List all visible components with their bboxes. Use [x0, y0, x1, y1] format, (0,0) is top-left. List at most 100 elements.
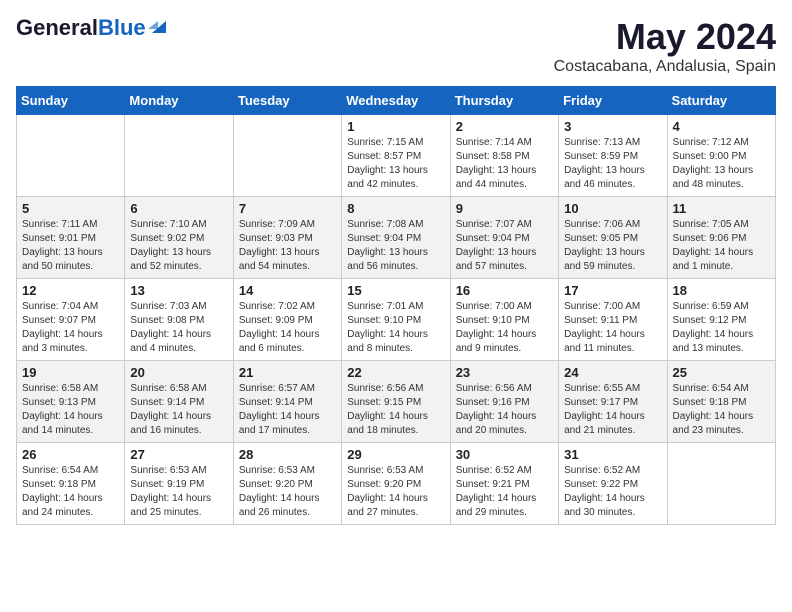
day-number: 5	[22, 201, 119, 216]
day-info: Sunrise: 6:59 AMSunset: 9:12 PMDaylight:…	[673, 300, 770, 356]
day-info: Sunrise: 7:05 AMSunset: 9:06 PMDaylight:…	[673, 218, 770, 274]
day-number: 6	[130, 201, 227, 216]
calendar-cell: 5 Sunrise: 7:11 AMSunset: 9:01 PMDaylight…	[17, 197, 125, 279]
calendar-cell: 17 Sunrise: 7:00 AMSunset: 9:11 PMDayligh…	[559, 279, 667, 361]
calendar-cell: 7Sunrise: 7:09 AMSunset: 9:03 PMDaylight…	[233, 197, 341, 279]
calendar-cell	[17, 115, 125, 197]
day-number: 18	[673, 283, 770, 298]
day-number: 25	[673, 365, 770, 380]
logo: GeneralBlue	[16, 16, 166, 40]
day-info: Sunrise: 7:01 AMSunset: 9:10 PMDaylight:…	[347, 300, 444, 356]
day-number: 12	[22, 283, 119, 298]
location: Costacabana, Andalusia, Spain	[554, 58, 776, 76]
day-number: 31	[564, 447, 661, 462]
calendar-cell: 13 Sunrise: 7:03 AMSunset: 9:08 PMDayligh…	[125, 279, 233, 361]
day-number: 9	[456, 201, 553, 216]
calendar-cell: 9 Sunrise: 7:07 AMSunset: 9:04 PMDaylight…	[450, 197, 558, 279]
weekday-header-tuesday: Tuesday	[233, 87, 341, 115]
day-number: 10	[564, 201, 661, 216]
calendar-cell: 27 Sunrise: 6:53 AMSunset: 9:19 PMDayligh…	[125, 443, 233, 525]
day-number: 20	[130, 365, 227, 380]
day-info: Sunrise: 7:13 AMSunset: 8:59 PMDaylight:…	[564, 136, 661, 192]
calendar-week-row: 26Sunrise: 6:54 AMSunset: 9:18 PMDayligh…	[17, 443, 776, 525]
day-info: Sunrise: 6:52 AMSunset: 9:21 PMDaylight:…	[456, 464, 553, 520]
day-number: 4	[673, 119, 770, 134]
calendar-cell: 8Sunrise: 7:08 AMSunset: 9:04 PMDaylight…	[342, 197, 450, 279]
day-number: 28	[239, 447, 336, 462]
day-number: 24	[564, 365, 661, 380]
calendar-cell: 18 Sunrise: 6:59 AMSunset: 9:12 PMDayligh…	[667, 279, 775, 361]
calendar-cell	[125, 115, 233, 197]
day-info: Sunrise: 7:11 AMSunset: 9:01 PMDaylight:…	[22, 218, 119, 274]
day-info: Sunrise: 7:02 AMSunset: 9:09 PMDaylight:…	[239, 300, 336, 356]
page-header: GeneralBlue May 2024 Costacabana, Andalu…	[16, 16, 776, 76]
weekday-header-friday: Friday	[559, 87, 667, 115]
day-number: 27	[130, 447, 227, 462]
day-info: Sunrise: 6:58 AMSunset: 9:13 PMDaylight:…	[22, 382, 119, 438]
day-number: 14	[239, 283, 336, 298]
calendar-cell: 12 Sunrise: 7:04 AMSunset: 9:07 PMDayligh…	[17, 279, 125, 361]
calendar-week-row: 19 Sunrise: 6:58 AMSunset: 9:13 PMDayligh…	[17, 361, 776, 443]
day-info: Sunrise: 7:15 AMSunset: 8:57 PMDaylight:…	[347, 136, 444, 192]
calendar-cell	[233, 115, 341, 197]
day-number: 15	[347, 283, 444, 298]
day-info: Sunrise: 7:00 AMSunset: 9:11 PMDaylight:…	[564, 300, 661, 356]
logo-general-text: General	[16, 15, 98, 40]
day-number: 2	[456, 119, 553, 134]
day-info: Sunrise: 7:06 AMSunset: 9:05 PMDaylight:…	[564, 218, 661, 274]
day-info: Sunrise: 7:07 AMSunset: 9:04 PMDaylight:…	[456, 218, 553, 274]
calendar-cell: 21 Sunrise: 6:57 AMSunset: 9:14 PMDayligh…	[233, 361, 341, 443]
day-info: Sunrise: 6:56 AMSunset: 9:16 PMDaylight:…	[456, 382, 553, 438]
calendar-cell: 10 Sunrise: 7:06 AMSunset: 9:05 PMDayligh…	[559, 197, 667, 279]
weekday-header-sunday: Sunday	[17, 87, 125, 115]
calendar-cell: 14 Sunrise: 7:02 AMSunset: 9:09 PMDayligh…	[233, 279, 341, 361]
calendar-cell: 11 Sunrise: 7:05 AMSunset: 9:06 PMDayligh…	[667, 197, 775, 279]
calendar-cell: 1Sunrise: 7:15 AMSunset: 8:57 PMDaylight…	[342, 115, 450, 197]
calendar-cell: 16 Sunrise: 7:00 AMSunset: 9:10 PMDayligh…	[450, 279, 558, 361]
weekday-header-row: SundayMondayTuesdayWednesdayThursdayFrid…	[17, 87, 776, 115]
calendar-cell: 30 Sunrise: 6:52 AMSunset: 9:21 PMDayligh…	[450, 443, 558, 525]
calendar-cell	[667, 443, 775, 525]
calendar-table: SundayMondayTuesdayWednesdayThursdayFrid…	[16, 86, 776, 525]
day-info: Sunrise: 7:08 AMSunset: 9:04 PMDaylight:…	[347, 218, 444, 274]
calendar-cell: 24 Sunrise: 6:55 AMSunset: 9:17 PMDayligh…	[559, 361, 667, 443]
calendar-cell: 3 Sunrise: 7:13 AMSunset: 8:59 PMDaylight…	[559, 115, 667, 197]
calendar-week-row: 1Sunrise: 7:15 AMSunset: 8:57 PMDaylight…	[17, 115, 776, 197]
day-info: Sunrise: 6:53 AMSunset: 9:20 PMDaylight:…	[239, 464, 336, 520]
weekday-header-monday: Monday	[125, 87, 233, 115]
day-number: 11	[673, 201, 770, 216]
day-info: Sunrise: 7:10 AMSunset: 9:02 PMDaylight:…	[130, 218, 227, 274]
calendar-cell: 15 Sunrise: 7:01 AMSunset: 9:10 PMDayligh…	[342, 279, 450, 361]
day-info: Sunrise: 7:09 AMSunset: 9:03 PMDaylight:…	[239, 218, 336, 274]
day-number: 3	[564, 119, 661, 134]
day-number: 13	[130, 283, 227, 298]
day-info: Sunrise: 6:57 AMSunset: 9:14 PMDaylight:…	[239, 382, 336, 438]
weekday-header-saturday: Saturday	[667, 87, 775, 115]
day-info: Sunrise: 6:55 AMSunset: 9:17 PMDaylight:…	[564, 382, 661, 438]
day-info: Sunrise: 7:03 AMSunset: 9:08 PMDaylight:…	[130, 300, 227, 356]
day-number: 16	[456, 283, 553, 298]
day-info: Sunrise: 6:54 AMSunset: 9:18 PMDaylight:…	[673, 382, 770, 438]
day-number: 19	[22, 365, 119, 380]
day-info: Sunrise: 7:12 AMSunset: 9:00 PMDaylight:…	[673, 136, 770, 192]
day-info: Sunrise: 7:04 AMSunset: 9:07 PMDaylight:…	[22, 300, 119, 356]
calendar-cell: 22Sunrise: 6:56 AMSunset: 9:15 PMDayligh…	[342, 361, 450, 443]
calendar-cell: 2 Sunrise: 7:14 AMSunset: 8:58 PMDaylight…	[450, 115, 558, 197]
day-number: 21	[239, 365, 336, 380]
day-info: Sunrise: 6:56 AMSunset: 9:15 PMDaylight:…	[347, 382, 444, 438]
day-number: 26	[22, 447, 119, 462]
weekday-header-wednesday: Wednesday	[342, 87, 450, 115]
day-info: Sunrise: 6:52 AMSunset: 9:22 PMDaylight:…	[564, 464, 661, 520]
calendar-cell: 23Sunrise: 6:56 AMSunset: 9:16 PMDayligh…	[450, 361, 558, 443]
day-number: 29	[347, 447, 444, 462]
day-info: Sunrise: 7:14 AMSunset: 8:58 PMDaylight:…	[456, 136, 553, 192]
day-info: Sunrise: 6:53 AMSunset: 9:19 PMDaylight:…	[130, 464, 227, 520]
calendar-week-row: 12 Sunrise: 7:04 AMSunset: 9:07 PMDayligh…	[17, 279, 776, 361]
day-number: 30	[456, 447, 553, 462]
day-info: Sunrise: 7:00 AMSunset: 9:10 PMDaylight:…	[456, 300, 553, 356]
logo-blue-text: Blue	[98, 15, 146, 40]
title-block: May 2024 Costacabana, Andalusia, Spain	[554, 16, 776, 76]
calendar-cell: 20Sunrise: 6:58 AMSunset: 9:14 PMDayligh…	[125, 361, 233, 443]
calendar-cell: 4 Sunrise: 7:12 AMSunset: 9:00 PMDaylight…	[667, 115, 775, 197]
day-number: 17	[564, 283, 661, 298]
